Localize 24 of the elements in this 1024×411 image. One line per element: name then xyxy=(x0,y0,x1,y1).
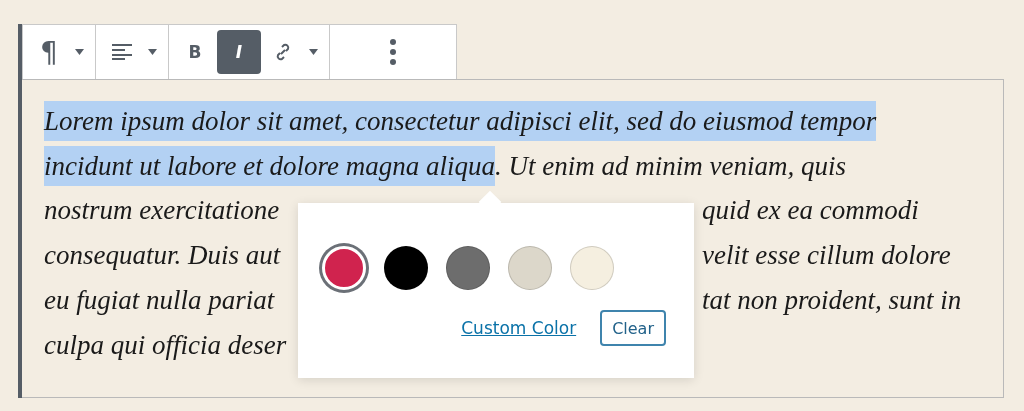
more-icon xyxy=(390,39,396,65)
color-swatch[interactable] xyxy=(570,246,614,290)
custom-color-link[interactable]: Custom Color xyxy=(461,318,577,338)
selected-text: Lorem ipsum dolor sit amet, consectetur adipisci elit, sed do eiusmod tempor xyxy=(44,100,877,141)
italic-button[interactable]: I xyxy=(217,30,261,74)
bold-button[interactable]: B xyxy=(177,30,213,74)
color-swatch[interactable] xyxy=(508,246,552,290)
paragraph-text: quid ex ea commodi xyxy=(702,195,920,226)
paragraph-text: nostrum exercitatione xyxy=(44,195,281,226)
paragraph-text: culpa qui officia deser xyxy=(44,330,288,361)
paragraph-text: . Ut enim ad minim veniam, quis xyxy=(494,149,846,183)
paragraph-text: eu fugiat nulla pariat xyxy=(44,285,276,316)
paragraph-text: velit esse cillum dolore xyxy=(702,240,952,271)
paragraph-button[interactable]: ¶ xyxy=(31,30,67,74)
caret-icon xyxy=(308,49,318,55)
paragraph-text: consequatur. Duis aut xyxy=(44,240,282,271)
clear-button[interactable]: Clear xyxy=(600,310,666,346)
caret-icon xyxy=(74,49,84,55)
caret-icon xyxy=(147,49,157,55)
color-swatch[interactable] xyxy=(446,246,490,290)
align-left-icon xyxy=(112,44,132,60)
paragraph-text: tat non proident, sunt in xyxy=(702,285,963,316)
color-swatch[interactable] xyxy=(384,246,428,290)
selected-text: incidunt ut labore et dolore magna aliqua xyxy=(44,145,495,186)
